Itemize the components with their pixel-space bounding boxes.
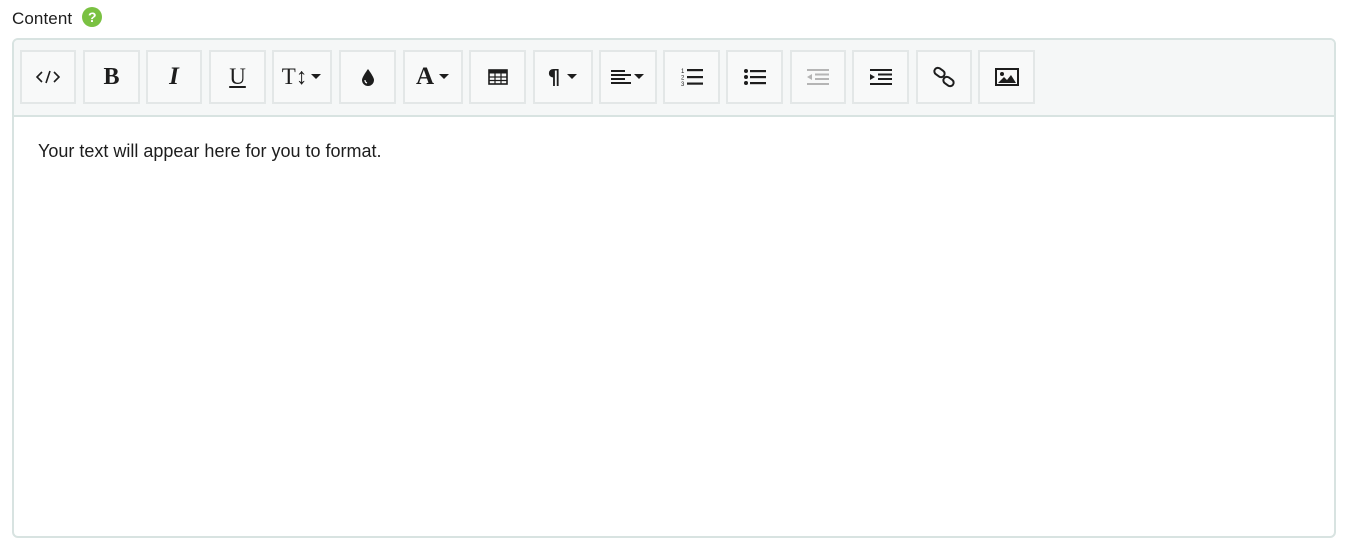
text-color-button[interactable] — [339, 50, 396, 104]
underline-icon: U — [229, 64, 246, 89]
link-icon — [933, 66, 955, 88]
image-button[interactable] — [978, 50, 1035, 104]
align-dropdown[interactable] — [599, 50, 657, 104]
code-icon — [36, 70, 60, 84]
outdent-button[interactable] — [790, 50, 846, 104]
image-icon — [994, 68, 1019, 86]
droplet-icon — [361, 69, 374, 86]
font-size-icon: T↕ — [281, 64, 308, 89]
svg-text:2: 2 — [681, 76, 685, 82]
outdent-icon — [807, 69, 829, 85]
align-left-icon — [611, 70, 631, 84]
chevron-down-icon — [567, 74, 578, 79]
font-icon: A — [415, 63, 435, 90]
indent-button[interactable] — [852, 50, 909, 104]
editor-paragraph: Your text will appear here for you to fo… — [38, 141, 382, 161]
rich-text-editor: B I U T↕ A ¶ 1 2 3 Your text will appear… — [12, 38, 1336, 538]
bold-button[interactable]: B — [83, 50, 140, 104]
editor-toolbar: B I U T↕ A ¶ 1 2 3 — [14, 40, 1334, 117]
font-size-dropdown[interactable]: T↕ — [272, 50, 332, 104]
italic-icon: I — [169, 63, 179, 90]
bold-icon: B — [103, 63, 120, 90]
ordered-list-button[interactable]: 1 2 3 — [663, 50, 720, 104]
chevron-down-icon — [634, 74, 644, 79]
table-button[interactable] — [469, 50, 526, 104]
indent-icon — [869, 69, 892, 85]
code-view-button[interactable] — [20, 50, 76, 104]
field-label-row: Content ? — [12, 6, 103, 32]
font-family-dropdown[interactable]: A — [403, 50, 463, 104]
unordered-list-button[interactable] — [726, 50, 783, 104]
field-label: Content — [12, 9, 73, 28]
chevron-down-icon — [439, 74, 450, 79]
help-icon[interactable]: ? — [82, 7, 103, 27]
svg-text:1: 1 — [681, 69, 685, 75]
editor-content-area[interactable]: Your text will appear here for you to fo… — [14, 117, 1334, 536]
paragraph-icon: ¶ — [547, 65, 561, 89]
underline-button[interactable]: U — [209, 50, 266, 104]
ordered-list-icon: 1 2 3 — [681, 69, 703, 87]
paragraph-format-dropdown[interactable]: ¶ — [533, 50, 593, 104]
svg-text:3: 3 — [681, 82, 685, 87]
italic-button[interactable]: I — [146, 50, 202, 104]
chevron-down-icon — [311, 74, 322, 79]
table-icon — [487, 69, 508, 85]
link-button[interactable] — [916, 50, 972, 104]
unordered-list-icon — [743, 69, 766, 85]
